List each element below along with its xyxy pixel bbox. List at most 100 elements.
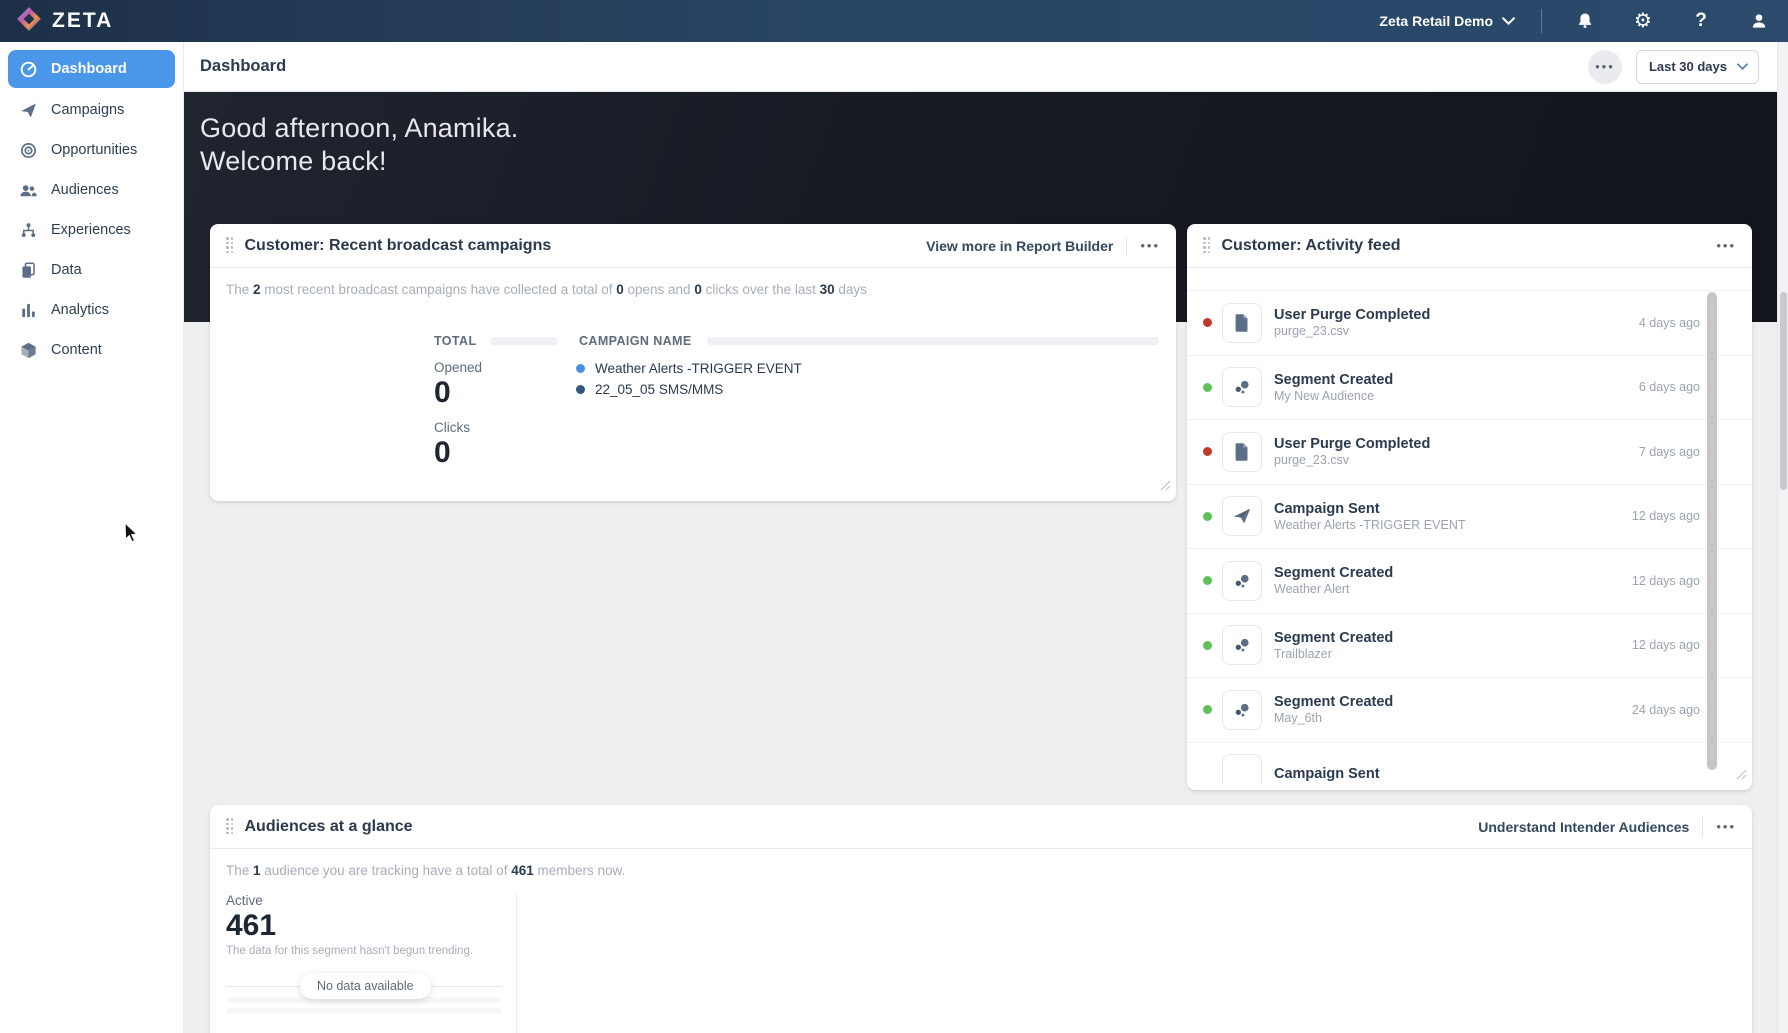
activity-item[interactable]: Campaign Sent [1187,741,1752,784]
status-dot-icon [1203,318,1212,328]
broadcast-campaigns-card: Customer: Recent broadcast campaigns Vie… [210,224,1176,501]
activity-card-header: Customer: Activity feed ••• [1187,224,1752,268]
sidebar-item-label: Campaigns [51,102,125,118]
sidebar-item-label: Opportunities [51,142,138,158]
understand-intender-audiences-link[interactable]: Understand Intender Audiences [1478,819,1689,835]
activity-time: 12 days ago [1631,573,1700,588]
date-range-select[interactable]: Last 30 days [1635,49,1759,84]
activity-item[interactable]: User Purge Completed purge_23.csv 4 days … [1187,290,1752,355]
cube-icon [18,340,38,360]
activity-time: 12 days ago [1631,638,1700,653]
broadcast-card-menu-button[interactable]: ••• [1140,239,1160,252]
resize-handle[interactable] [1736,767,1747,785]
status-dot-icon [1203,511,1212,521]
page-header-bar: Dashboard ••• Last 30 days [184,42,1777,92]
header-divider [1702,816,1704,837]
gear-icon[interactable]: ⚙ [1626,4,1660,38]
status-dot-icon [1203,640,1212,650]
resize-handle[interactable] [1160,478,1171,496]
sidebar-item-opportunities[interactable]: Opportunities [0,130,183,170]
feed-scrollbar-thumb[interactable] [1707,292,1717,770]
paper-plane-icon [18,100,38,120]
campaign-name-column-label: CAMPAIGN NAME [579,334,692,348]
sidebar-item-audiences[interactable]: Audiences [0,170,183,210]
drag-handle-icon[interactable] [226,237,234,254]
segment-icon [1222,689,1262,730]
top-navbar: ZETA Zeta Retail Demo ⚙ ? [0,0,1788,42]
activity-item[interactable]: Segment Created Trailblazer 12 days ago [1187,612,1752,678]
segment-icon [1222,625,1262,666]
audiences-card-title: Audiences at a glance [244,817,413,835]
app-root: ZETA Zeta Retail Demo ⚙ ? Dashboard Camp… [0,0,1788,1033]
activity-item[interactable]: Segment Created Weather Alert 12 days ago [1187,548,1752,613]
sidebar-item-content[interactable]: Content [0,330,183,370]
chevron-down-icon [1737,59,1748,74]
sidebar-item-label: Content [51,342,102,358]
activity-card-menu-button[interactable]: ••• [1716,239,1736,252]
page-overflow-menu-button[interactable]: ••• [1587,49,1622,84]
sidebar-item-data[interactable]: Data [0,250,183,290]
drag-handle-icon[interactable] [226,818,234,835]
zeta-logo-icon [16,6,42,37]
navbar-right-cluster: Zeta Retail Demo ⚙ ? [1379,4,1776,38]
legend-item: 22_05_05 SMS/MMS [576,382,723,397]
account-switcher-label: Zeta Retail Demo [1379,13,1493,29]
activity-item[interactable]: Campaign Sent Weather Alerts -TRIGGER EVE… [1187,483,1752,549]
sitemap-icon [18,220,38,240]
broadcast-summary: The 2 most recent broadcast campaigns ha… [226,282,867,297]
page-scrollbar[interactable] [1777,42,1788,1033]
segment-icon [1222,560,1262,601]
bell-icon[interactable] [1568,4,1602,38]
greeting-line2: Welcome back! [200,145,387,176]
campaign-name-column-bar [707,337,1159,345]
paper-plane-icon [1222,496,1262,537]
status-dot-icon [1203,382,1212,392]
active-value: 461 [226,909,277,942]
sidebar-item-experiences[interactable]: Experiences [0,210,183,250]
activity-time: 12 days ago [1631,509,1700,524]
sidebar-item-label: Data [51,262,82,278]
page-scrollbar-thumb[interactable] [1780,292,1787,490]
activity-time: 6 days ago [1638,380,1700,395]
sidebar-item-campaigns[interactable]: Campaigns [0,90,183,130]
account-switcher[interactable]: Zeta Retail Demo [1379,13,1515,29]
header-divider [1126,235,1128,256]
status-dot-icon [1203,576,1212,586]
user-icon[interactable] [1742,4,1776,38]
opened-label: Opened [434,360,483,375]
activity-feed-card: Customer: Activity feed ••• User Purge C… [1187,224,1752,790]
file-icon [1222,302,1262,343]
status-dot-icon [1203,705,1212,715]
chevron-down-icon [1502,13,1515,29]
audiences-summary: The 1 audience you are tracking have a t… [226,863,626,878]
drag-handle-icon[interactable] [1203,237,1211,254]
activity-icon-placeholder [1222,754,1262,784]
sidebar-item-label: Dashboard [51,61,127,77]
legend-dot-icon [576,364,585,373]
activity-time: 24 days ago [1631,702,1700,717]
activity-item[interactable]: Segment Created My New Audience 6 days ag… [1187,354,1752,420]
audiences-card: Audiences at a glance Understand Intende… [210,805,1752,1033]
view-more-report-builder-link[interactable]: View more in Report Builder [926,238,1113,254]
sidebar-item-label: Experiences [51,222,131,238]
greeting-line1: Good afternoon, Anamika. [200,113,519,143]
sidebar: Dashboard Campaigns Opportunities Audien… [0,42,184,1033]
help-icon[interactable]: ? [1684,4,1718,38]
status-dot-icon [1203,447,1212,457]
campaign-name: Weather Alerts -TRIGGER EVENT [595,361,802,376]
audiences-card-menu-button[interactable]: ••• [1716,820,1736,833]
greeting-text: Good afternoon, Anamika. Welcome back! [200,112,519,178]
active-label: Active [226,893,263,908]
activity-item[interactable]: User Purge Completed purge_23.csv 7 days … [1187,419,1752,484]
activity-item[interactable]: Segment Created May_6th 24 days ago [1187,677,1752,742]
sidebar-item-analytics[interactable]: Analytics [0,290,183,330]
people-icon [18,180,38,200]
brand[interactable]: ZETA [16,6,113,37]
audiences-card-header: Audiences at a glance Understand Intende… [210,805,1752,849]
sidebar-item-dashboard[interactable]: Dashboard [8,50,175,88]
date-range-value: Last 30 days [1648,59,1727,74]
legend-item: Weather Alerts -TRIGGER EVENT [576,361,802,376]
column-divider [516,893,517,1033]
sidebar-item-label: Analytics [51,302,110,318]
activity-card-title: Customer: Activity feed [1221,236,1401,254]
